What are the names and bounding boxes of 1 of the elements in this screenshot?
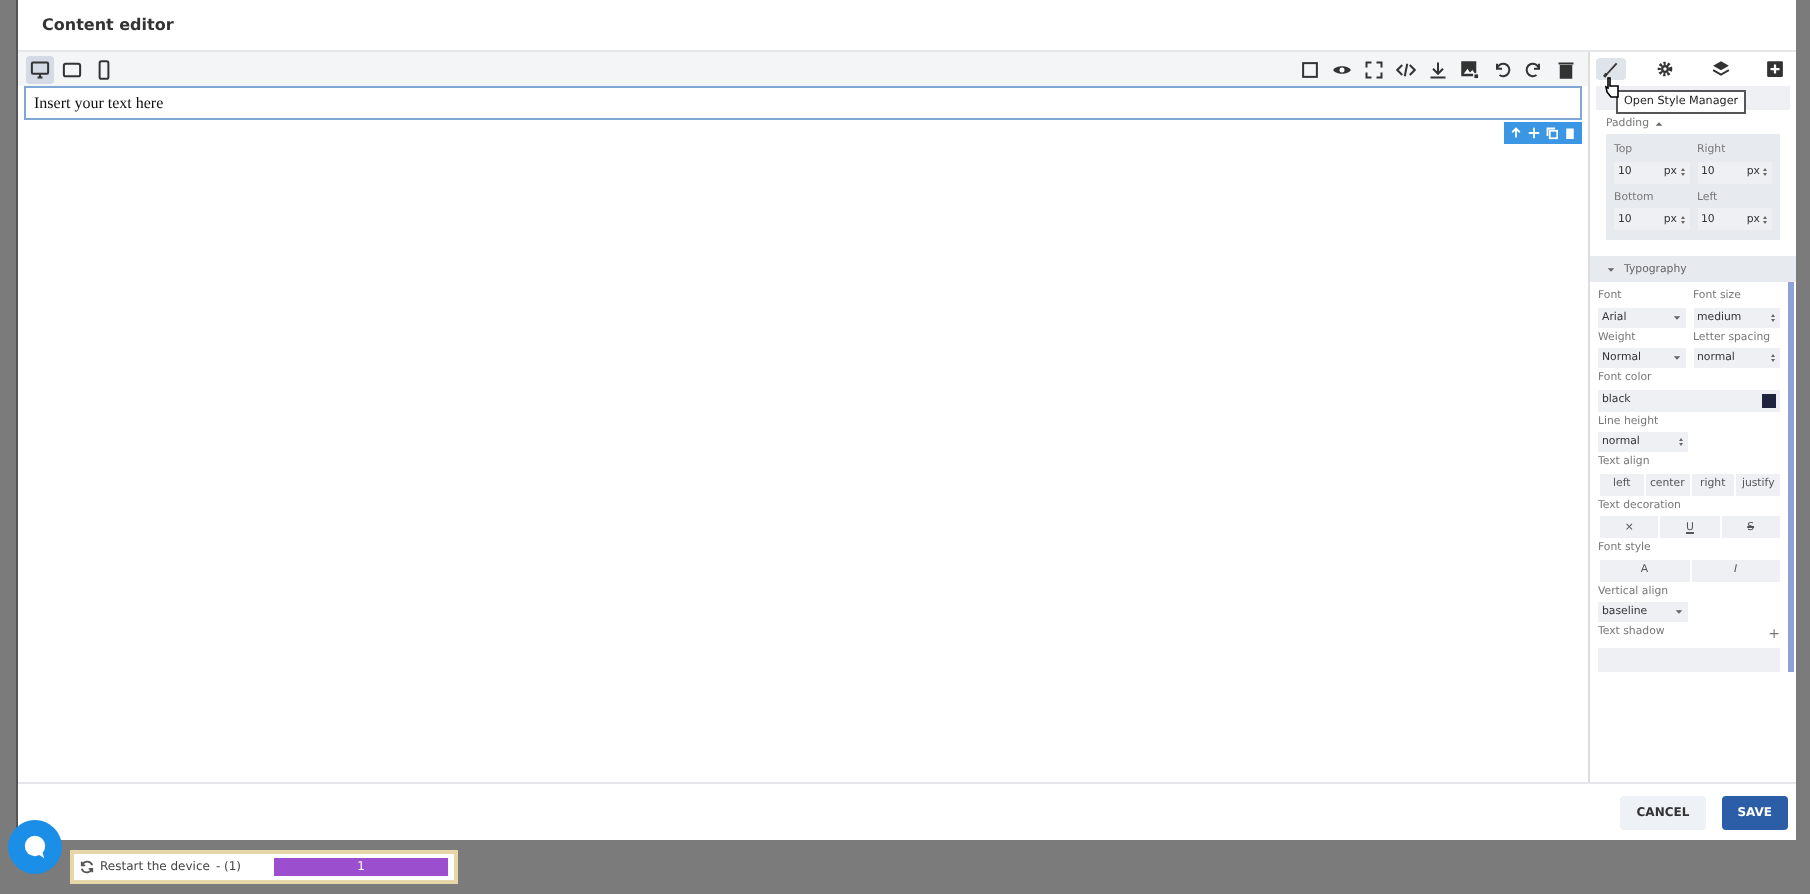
modal-title: Content editor bbox=[42, 13, 174, 37]
